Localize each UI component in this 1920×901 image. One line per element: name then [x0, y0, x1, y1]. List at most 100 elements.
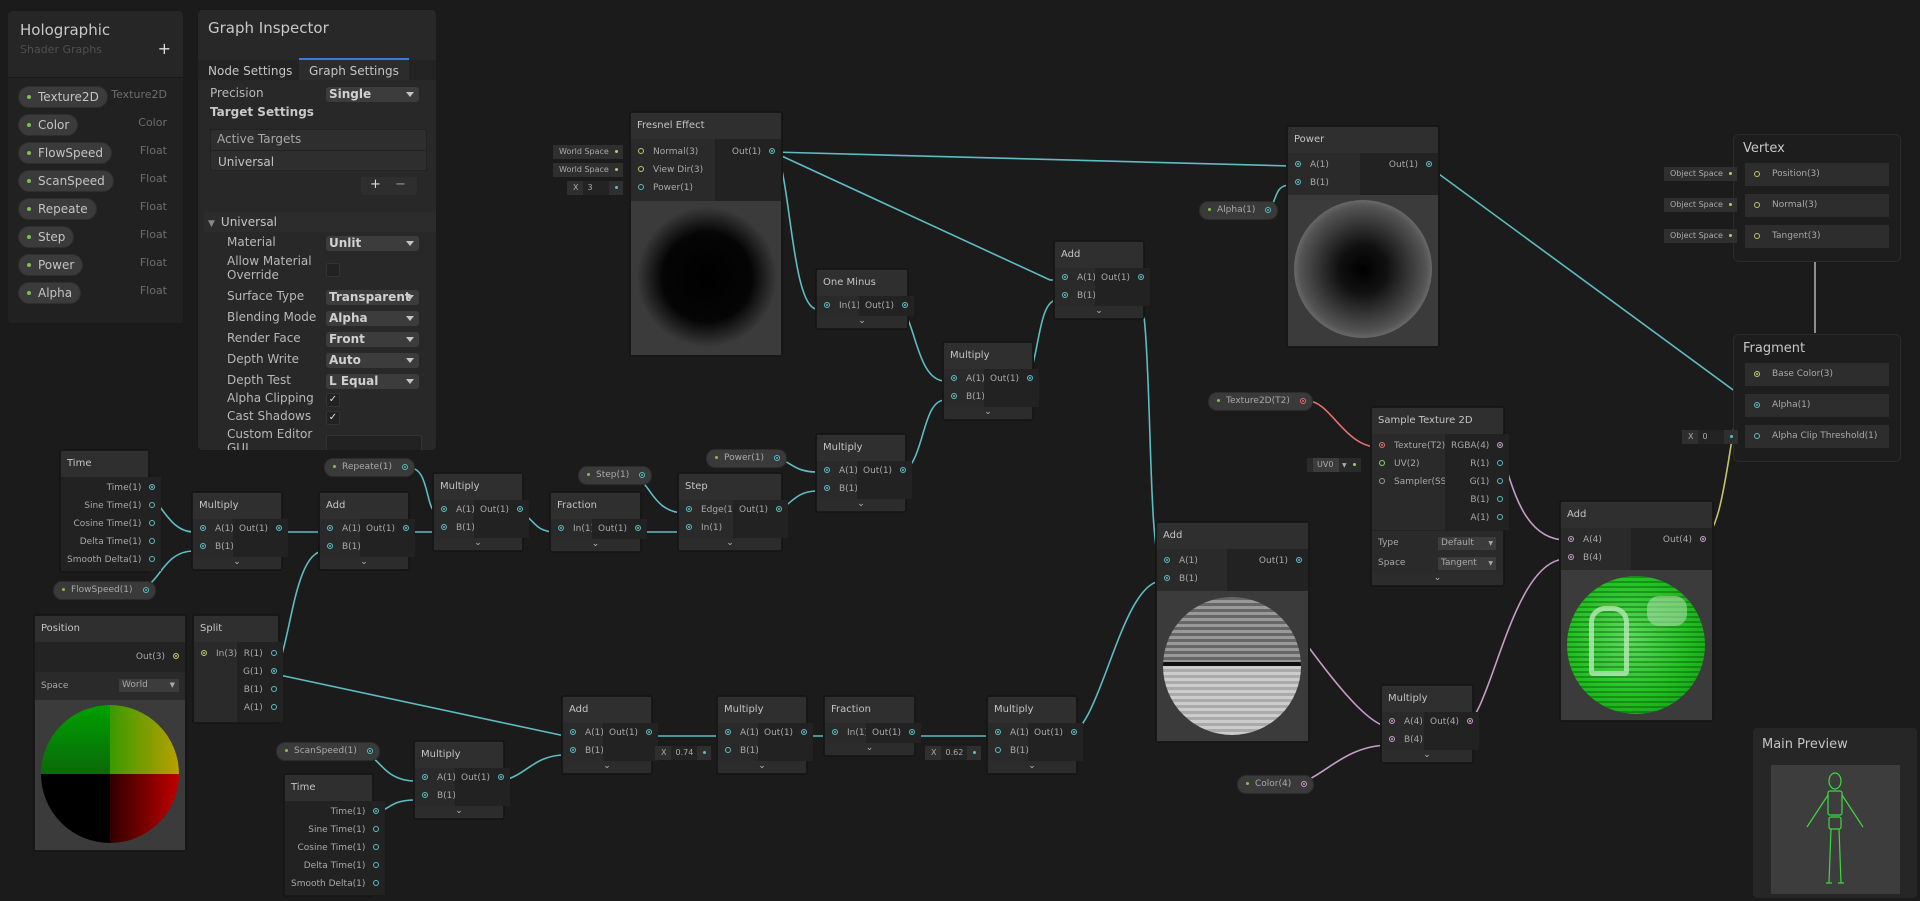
node-title[interactable]: Multiply [415, 742, 503, 768]
port-icon[interactable] [558, 525, 564, 531]
port-b[interactable]: B(4) [1561, 549, 1631, 567]
collapse-chevron-icon[interactable]: ⌄ [193, 557, 281, 569]
port-a[interactable]: A(1) [1055, 269, 1096, 287]
port-delta-time[interactable]: Delta Time(1) [285, 857, 385, 875]
property-item[interactable]: Alpha Float [18, 280, 173, 304]
node-title[interactable]: Add [1055, 242, 1143, 268]
port-icon[interactable] [832, 729, 838, 735]
node-power[interactable]: Power A(1) B(1) Out(1) [1287, 126, 1439, 347]
port-icon[interactable] [635, 525, 642, 531]
property-node-scanspeed[interactable]: ScanSpeed(1) [276, 742, 380, 761]
property-pill[interactable]: Alpha [18, 282, 82, 304]
port-b[interactable]: B(1) [237, 681, 283, 699]
collapse-chevron-icon[interactable]: ⌄ [563, 761, 651, 773]
node-title[interactable]: Sample Texture 2D [1372, 408, 1503, 434]
port-a[interactable]: A(1) [817, 462, 858, 480]
port-icon[interactable] [373, 880, 380, 886]
type-dropdown[interactable]: Default ▼ [1438, 537, 1496, 550]
node-multiply[interactable]: Multiply A(4) B(4) Out(4) ⌄ [1381, 685, 1480, 763]
port-icon[interactable] [1379, 478, 1385, 484]
port-icon[interactable] [801, 729, 808, 735]
property-node-color[interactable]: Color(4) [1237, 775, 1315, 794]
port-icon[interactable] [951, 393, 957, 399]
port-icon[interactable] [639, 472, 646, 478]
port-icon[interactable] [517, 506, 524, 512]
node-title[interactable]: Add [1561, 502, 1712, 528]
port-icon[interactable] [498, 774, 505, 780]
space-dropdown[interactable]: World ▼ [119, 679, 179, 692]
port-out[interactable]: Out(4) [1631, 531, 1712, 549]
port-icon[interactable] [366, 748, 373, 754]
port-icon[interactable] [149, 484, 156, 490]
node-title[interactable]: Step [679, 474, 781, 500]
port-icon[interactable] [149, 556, 156, 562]
port-b[interactable]: B(1) [817, 480, 858, 498]
port-icon[interactable] [725, 747, 731, 753]
port-a[interactable]: A(1) [563, 724, 604, 742]
port-out[interactable]: Out(1) [758, 724, 813, 742]
port-icon[interactable] [1295, 179, 1301, 185]
collapse-chevron-icon[interactable]: ⌄ [679, 538, 781, 550]
node-fresnel-effect[interactable]: Fresnel Effect Normal(3) View Dir(3) Pow… [630, 112, 782, 356]
node-multiply[interactable]: Multiply A(1) B(1) Out(1) ⌄ [433, 473, 530, 551]
node-title[interactable]: Multiply [988, 697, 1076, 723]
port-icon[interactable] [1296, 557, 1302, 563]
node-title[interactable]: Add [320, 493, 408, 519]
port-texture[interactable]: Texture(T2) [1372, 437, 1445, 455]
port-view-dir[interactable]: View Dir(3) [631, 161, 715, 179]
port-sine-time[interactable]: Sine Time(1) [285, 821, 385, 839]
port-b[interactable]: B(1) [193, 538, 234, 556]
tangent-default-space[interactable]: Object Space [1664, 229, 1737, 243]
slot-base-color[interactable]: Base Color(3) [1745, 363, 1889, 386]
port-out[interactable]: Out(4) [1424, 713, 1479, 731]
port-out[interactable]: Out(1) [360, 520, 415, 538]
port-a[interactable]: A(1) [718, 724, 759, 742]
port-icon[interactable] [638, 148, 644, 154]
port-r[interactable]: R(1) [237, 645, 283, 663]
main-preview-viewport[interactable] [1771, 765, 1900, 894]
port-icon[interactable] [1265, 207, 1272, 213]
collapse-chevron-icon[interactable]: ⌄ [817, 316, 907, 328]
port-icon[interactable] [270, 668, 277, 674]
port-icon[interactable] [1379, 460, 1385, 466]
slot-alpha[interactable]: Alpha(1) [1745, 394, 1889, 417]
node-multiply[interactable]: Multiply A(1) B(1) Out(1) ⌄ [987, 696, 1084, 774]
port-out[interactable]: Out(1) [1095, 269, 1150, 287]
uv-dropdown[interactable]: UV0 [1313, 458, 1339, 472]
collapse-chevron-icon[interactable]: ⌄ [944, 407, 1032, 419]
property-pill[interactable]: Repeate [18, 198, 97, 220]
port-icon[interactable] [1497, 514, 1504, 520]
port-icon[interactable] [270, 650, 277, 656]
node-one-minus[interactable]: One Minus In(1) Out(1) ⌄ [816, 269, 915, 329]
normal-default-space[interactable]: Object Space [1664, 198, 1737, 212]
add-property-button[interactable]: + [158, 39, 171, 58]
port-b[interactable]: B(1) [563, 742, 604, 760]
port-icon[interactable] [1071, 729, 1078, 735]
b-value-field[interactable]: 0.62 [941, 746, 968, 760]
port-icon[interactable] [1299, 398, 1306, 404]
property-pill[interactable]: Texture2D [18, 86, 108, 108]
port-delta-time[interactable]: Delta Time(1) [61, 533, 161, 551]
port-icon[interactable] [900, 467, 907, 473]
node-title[interactable]: Multiply [944, 343, 1032, 369]
property-item[interactable]: Texture2D Texture2D [18, 84, 173, 108]
port-icon[interactable] [776, 506, 783, 512]
uv-channel-input[interactable]: UV0 ▼ [1307, 458, 1361, 472]
port-icon[interactable] [1467, 718, 1474, 724]
port-in[interactable]: In(3) [194, 645, 237, 663]
node-title[interactable]: Fresnel Effect [631, 113, 781, 139]
port-a[interactable]: A(1) [237, 699, 283, 717]
collapse-chevron-icon[interactable]: ⌄ [718, 761, 806, 773]
property-node-power[interactable]: Power(1) [706, 449, 787, 468]
port-icon[interactable] [401, 464, 408, 470]
port-in[interactable]: In(1) [551, 520, 594, 538]
port-a[interactable]: A(1) [193, 520, 234, 538]
port-icon[interactable] [173, 653, 179, 659]
node-fraction[interactable]: Fraction In(1) Out(1) ⌄ [824, 696, 922, 756]
port-time[interactable]: Time(1) [61, 479, 161, 497]
port-icon[interactable] [373, 862, 380, 868]
port-icon[interactable] [1754, 233, 1760, 239]
port-out[interactable]: Out(1) [233, 520, 288, 538]
port-a[interactable]: A(1) [1288, 156, 1360, 174]
node-step[interactable]: Step Edge(1) In(1) Out(1) ⌄ [678, 473, 789, 551]
